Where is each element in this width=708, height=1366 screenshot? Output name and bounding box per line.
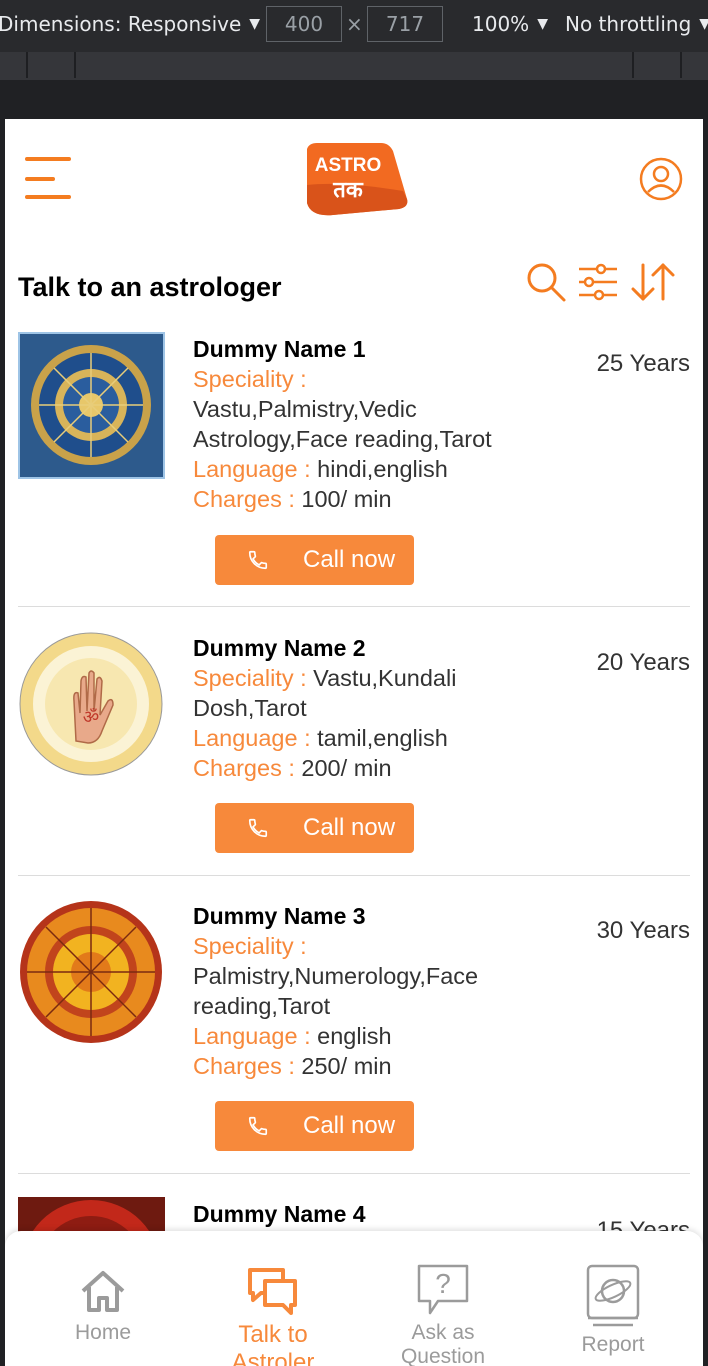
- charges-row: Charges : 250/ min: [193, 1051, 523, 1081]
- astrologer-experience: 30 Years: [596, 917, 690, 944]
- chevron-down-icon: ▼: [537, 16, 548, 32]
- language-value: hindi,english: [317, 456, 448, 482]
- viewport-gap: [0, 80, 708, 119]
- width-input[interactable]: 400: [266, 6, 342, 42]
- media-query-ruler: [0, 52, 708, 80]
- menu-icon[interactable]: [25, 157, 75, 201]
- nav-talk-label-line2: Astroler: [231, 1349, 315, 1366]
- dimensions-dropdown[interactable]: Dimensions: Responsive ▼: [0, 12, 260, 36]
- charges-label: Charges :: [193, 486, 302, 512]
- sort-icon[interactable]: [629, 261, 675, 303]
- charges-value: 200/ min: [301, 755, 392, 781]
- ruler-tick: [74, 52, 76, 78]
- throttling-dropdown[interactable]: No throttling ▼: [565, 12, 708, 36]
- throttling-label: No throttling: [565, 12, 692, 36]
- call-now-button[interactable]: Call now: [215, 535, 414, 585]
- ruler-tick: [632, 52, 634, 78]
- zoom-label: 100%: [472, 12, 530, 36]
- call-now-button[interactable]: Call now: [215, 1101, 414, 1151]
- speciality-row: Speciality : Vastu,Palmistry,Vedic Astro…: [193, 364, 523, 454]
- language-label: Language :: [193, 456, 318, 482]
- speciality-label: Speciality :: [193, 665, 314, 691]
- speciality-label: Speciality :: [193, 366, 307, 392]
- divider: [18, 1173, 690, 1174]
- astrologer-card: ॐ Dummy Name 2 20 Years Speciality : Vas…: [18, 631, 690, 876]
- divider: [18, 875, 690, 876]
- language-row: Language : english: [193, 1021, 523, 1051]
- chat-icon: [248, 1268, 297, 1315]
- call-now-button[interactable]: Call now: [215, 803, 414, 853]
- astrologer-card: Dummy Name 1 25 Years Speciality : Vastu…: [18, 332, 690, 607]
- speciality-value: Palmistry,Numerology,Face reading,Tarot: [193, 963, 479, 1019]
- svg-text:ॐ: ॐ: [83, 707, 99, 728]
- speciality-label: Speciality :: [193, 933, 307, 959]
- astrologer-name: Dummy Name 1: [193, 336, 366, 362]
- search-icon[interactable]: [525, 261, 567, 303]
- call-now-label: Call now: [303, 546, 396, 573]
- times-sign: ×: [346, 12, 363, 36]
- astrologer-name: Dummy Name 4: [193, 1201, 366, 1227]
- phone-icon: [248, 1116, 268, 1136]
- profile-icon[interactable]: [639, 157, 683, 201]
- nav-report[interactable]: Report: [538, 1231, 688, 1366]
- astrologer-name: Dummy Name 2: [193, 635, 366, 661]
- speciality-row: Speciality : Palmistry,Numerology,Face r…: [193, 931, 523, 1021]
- astro-tak-logo[interactable]: ASTRO तक: [303, 141, 409, 217]
- astrologer-card: Dummy Name 3 30 Years Speciality : Palmi…: [18, 899, 690, 1174]
- home-icon: [81, 1271, 125, 1312]
- report-book-icon: [586, 1264, 640, 1327]
- charges-row: Charges : 100/ min: [193, 484, 523, 514]
- language-row: Language : hindi,english: [193, 454, 523, 484]
- ruler-tick: [680, 52, 682, 78]
- nav-ask-label-line2: Question: [400, 1345, 486, 1366]
- astrologer-avatar: [18, 332, 165, 479]
- nav-talk-label-line1: Talk to: [238, 1321, 308, 1348]
- height-input[interactable]: 717: [367, 6, 443, 42]
- language-label: Language :: [193, 725, 318, 751]
- charges-value: 100/ min: [301, 486, 392, 512]
- language-value: english: [317, 1023, 392, 1049]
- phone-icon: [248, 550, 268, 570]
- dimensions-label: Dimensions: Responsive: [0, 12, 242, 36]
- filter-icon[interactable]: [577, 261, 619, 303]
- nav-ask-question[interactable]: ? Ask as Question: [368, 1231, 518, 1366]
- page-title: Talk to an astrologer: [18, 272, 282, 302]
- nav-ask-label-line1: Ask as: [411, 1321, 475, 1344]
- logo-text-bottom: तक: [332, 178, 364, 203]
- speciality-row: Speciality : Vastu,Kundali Dosh,Tarot: [193, 663, 523, 723]
- charges-label: Charges :: [193, 755, 302, 781]
- astrologer-avatar: [18, 899, 165, 1046]
- language-value: tamil,english: [317, 725, 448, 751]
- nav-home-label: Home: [74, 1321, 132, 1344]
- mobile-viewport: ASTRO तक Talk to an astrologer Dummy Nam…: [5, 119, 703, 1366]
- call-now-label: Call now: [303, 1112, 396, 1139]
- nav-report-label: Report: [581, 1333, 645, 1356]
- charges-label: Charges :: [193, 1053, 302, 1079]
- chevron-down-icon: ▼: [699, 16, 708, 32]
- astrologer-experience: 20 Years: [596, 649, 690, 676]
- language-label: Language :: [193, 1023, 318, 1049]
- question-icon: ?: [417, 1264, 469, 1315]
- nav-talk-to-astrologer[interactable]: Talk to Astroler: [198, 1231, 348, 1366]
- chevron-down-icon: ▼: [249, 16, 261, 32]
- speciality-value: Vastu,Palmistry,Vedic Astrology,Face rea…: [193, 396, 492, 452]
- astrologer-experience: 25 Years: [596, 350, 690, 377]
- astrologer-avatar: ॐ: [18, 631, 165, 778]
- bottom-navigation: Home Talk to Astroler ? Ask as Question: [5, 1231, 703, 1366]
- phone-icon: [248, 818, 268, 838]
- call-now-label: Call now: [303, 814, 396, 841]
- language-row: Language : tamil,english: [193, 723, 523, 753]
- nav-home[interactable]: Home: [28, 1231, 178, 1366]
- ruler-tick: [26, 52, 28, 78]
- astrologer-name: Dummy Name 3: [193, 903, 366, 929]
- charges-row: Charges : 200/ min: [193, 753, 523, 783]
- charges-value: 250/ min: [301, 1053, 392, 1079]
- svg-text:?: ?: [435, 1268, 451, 1299]
- logo-text-top: ASTRO: [315, 155, 382, 176]
- devtools-toolbar: Dimensions: Responsive ▼ 400 × 717 100% ▼ …: [0, 0, 708, 52]
- divider: [18, 606, 690, 607]
- zoom-dropdown[interactable]: 100% ▼: [472, 12, 548, 36]
